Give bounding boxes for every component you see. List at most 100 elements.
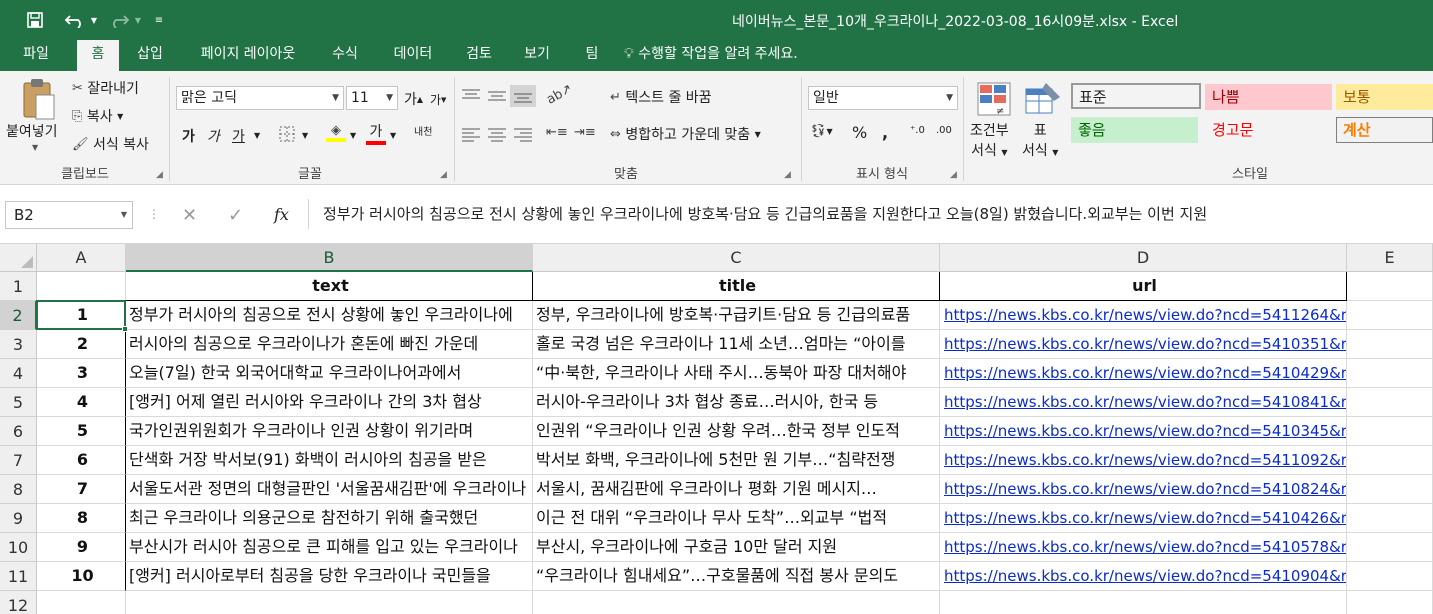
text-cell[interactable]: 최근 우크라이나 의용군으로 참전하기 위해 출국했던 — [126, 504, 533, 533]
text-cell[interactable]: 단색화 거장 박서보(91) 화백이 러시아의 침공을 받은 — [126, 446, 533, 475]
paste-icon[interactable] — [18, 77, 58, 123]
url-link[interactable]: https://news.kbs.co.kr/news/view.do?ncd=… — [940, 388, 1347, 417]
row-index-cell[interactable]: 5 — [37, 417, 126, 446]
header-title[interactable]: title — [533, 272, 940, 301]
text-cell[interactable]: [앵커] 러시아로부터 침공을 당한 우크라이나 국민들을 — [126, 562, 533, 591]
redo-dropdown-icon[interactable]: ▼ — [132, 8, 144, 32]
undo-icon[interactable] — [60, 8, 90, 32]
row-index-cell[interactable]: 1 — [37, 301, 126, 330]
text-cell[interactable]: [앵커] 어제 열린 러시아와 우크라이나 간의 3차 협상 — [126, 388, 533, 417]
empty-cell[interactable] — [940, 591, 1347, 614]
align-left-icon[interactable] — [460, 125, 482, 143]
style-normal[interactable]: 표준 — [1071, 83, 1201, 109]
number-format-dropdown[interactable]: 일반 ▼ — [808, 86, 958, 110]
fill-color-button[interactable]: ◈ — [326, 123, 346, 142]
text-cell[interactable]: 국가인권위원회가 우크라이나 인권 상황이 위기라며 — [126, 417, 533, 446]
row-index-cell[interactable]: 9 — [37, 533, 126, 562]
accounting-format-icon[interactable]: 💱︎ ▼ — [810, 124, 833, 139]
fill-color-dropdown-icon[interactable]: ▼ — [350, 131, 356, 140]
title-cell[interactable]: “우크라이나 힘내세요”…구호물품에 직접 봉사 문의도 — [533, 562, 940, 591]
decrease-decimal-icon[interactable]: .00 — [936, 125, 952, 136]
empty-cell[interactable] — [1347, 330, 1433, 359]
row-header[interactable]: 10 — [0, 533, 37, 562]
cut-button[interactable]: ✂ 잘라내기 — [72, 78, 139, 98]
underline-button[interactable]: 가 — [232, 126, 245, 146]
cell-e1[interactable] — [1347, 272, 1433, 301]
merge-center-button[interactable]: ⇔ 병합하고 가운데 맞춤 ▼ — [610, 124, 761, 144]
borders-icon[interactable] — [278, 125, 296, 143]
borders-dropdown-icon[interactable]: ▼ — [302, 131, 308, 140]
paste-button[interactable]: 붙여넣기 — [6, 121, 58, 141]
font-color-button[interactable]: 가 — [366, 121, 386, 145]
phonetic-button[interactable]: 내천 — [414, 123, 432, 138]
url-link[interactable]: https://news.kbs.co.kr/news/view.do?ncd=… — [940, 359, 1347, 388]
row-index-cell[interactable]: 2 — [37, 330, 126, 359]
decrease-indent-icon[interactable]: ⇤≡ — [546, 125, 568, 140]
row-header[interactable]: 8 — [0, 475, 37, 504]
align-right-icon[interactable] — [512, 125, 534, 143]
style-calculation[interactable]: 계산 — [1336, 117, 1433, 143]
url-link[interactable]: https://news.kbs.co.kr/news/view.do?ncd=… — [940, 504, 1347, 533]
title-cell[interactable]: 박서보 화백, 우크라이나에 5천만 원 기부…“침략전쟁 — [533, 446, 940, 475]
text-cell[interactable]: 오늘(7일) 한국 외국어대학교 우크라이나어과에서 — [126, 359, 533, 388]
url-link[interactable]: https://news.kbs.co.kr/news/view.do?ncd=… — [940, 475, 1347, 504]
align-center-icon[interactable] — [486, 125, 508, 143]
italic-button[interactable]: 가 — [207, 126, 220, 146]
select-all-corner[interactable] — [0, 244, 37, 272]
tab-review[interactable]: 검토 — [456, 40, 502, 71]
row-index-cell[interactable]: 7 — [37, 475, 126, 504]
title-cell[interactable]: 러시아-우크라이나 3차 협상 종료…러시아, 한국 등 — [533, 388, 940, 417]
url-link[interactable]: https://news.kbs.co.kr/news/view.do?ncd=… — [940, 533, 1347, 562]
url-link[interactable]: https://news.kbs.co.kr/news/view.do?ncd=… — [940, 330, 1347, 359]
row-index-cell[interactable]: 6 — [37, 446, 126, 475]
save-icon[interactable] — [22, 8, 48, 32]
url-link[interactable]: https://news.kbs.co.kr/news/view.do?ncd=… — [940, 446, 1347, 475]
text-cell[interactable]: 정부가 러시아의 침공으로 전시 상황에 놓인 우크라이나에 — [126, 301, 533, 330]
font-color-dropdown-icon[interactable]: ▼ — [390, 131, 396, 140]
row-header[interactable]: 9 — [0, 504, 37, 533]
row-index-cell[interactable]: 8 — [37, 504, 126, 533]
enter-icon[interactable]: ✓ — [228, 205, 243, 226]
url-link[interactable]: https://news.kbs.co.kr/news/view.do?ncd=… — [940, 417, 1347, 446]
cell-a1[interactable] — [37, 272, 126, 301]
row-header[interactable]: 6 — [0, 417, 37, 446]
column-header-a[interactable]: A — [37, 244, 126, 272]
empty-cell[interactable] — [1347, 388, 1433, 417]
tell-me-box[interactable]: 💡︎ 수행할 작업을 알려 주세요. — [624, 40, 844, 71]
font-launcher-icon[interactable]: ◢ — [440, 170, 447, 180]
row-header[interactable]: 1 — [0, 272, 37, 301]
format-as-table-button[interactable]: 표 서식 ▼ — [1022, 121, 1058, 163]
tab-file[interactable]: 파일 — [8, 40, 64, 71]
align-top-icon[interactable] — [460, 87, 482, 105]
url-link[interactable]: https://news.kbs.co.kr/news/view.do?ncd=… — [940, 562, 1347, 591]
row-index-cell[interactable]: 4 — [37, 388, 126, 417]
bold-button[interactable]: 가 — [182, 126, 195, 146]
style-warning[interactable]: 경고문 — [1205, 117, 1332, 143]
text-cell[interactable]: 부산시가 러시아 침공으로 큰 피해를 입고 있는 우크라이나 — [126, 533, 533, 562]
customize-toolbar-icon[interactable]: ≡ — [150, 8, 168, 32]
increase-indent-icon[interactable]: ⇥≡ — [574, 125, 596, 140]
column-header-c[interactable]: C — [533, 244, 940, 272]
text-cell[interactable]: 서울도서관 정면의 대형글판인 '서울꿈새김판'에 우크라이나 — [126, 475, 533, 504]
row-header[interactable]: 4 — [0, 359, 37, 388]
number-launcher-icon[interactable]: ◢ — [950, 170, 957, 180]
empty-cell[interactable] — [1347, 591, 1433, 614]
percent-button[interactable]: % — [852, 123, 867, 142]
font-name-dropdown[interactable]: 맑은 고딕 ▼ — [176, 86, 344, 110]
tab-page-layout[interactable]: 페이지 레이아웃 — [186, 40, 310, 71]
tab-data[interactable]: 데이터 — [382, 40, 444, 71]
clipboard-launcher-icon[interactable]: ◢ — [156, 170, 163, 180]
tab-home[interactable]: 홈 — [77, 40, 119, 71]
underline-dropdown-icon[interactable]: ▼ — [254, 131, 260, 140]
header-text[interactable]: text — [126, 272, 533, 301]
row-header[interactable]: 3 — [0, 330, 37, 359]
text-cell[interactable]: 러시아의 침공으로 우크라이나가 혼돈에 빠진 가운데 — [126, 330, 533, 359]
title-cell[interactable]: 서울시, 꿈새김판에 우크라이나 평화 기원 메시지… — [533, 475, 940, 504]
font-size-dropdown[interactable]: 11 ▼ — [346, 86, 398, 110]
cancel-icon[interactable]: ✕ — [182, 205, 197, 226]
name-box[interactable]: B2 ▼ — [5, 201, 133, 229]
column-header-b[interactable]: B — [126, 244, 533, 272]
style-neutral[interactable]: 보통 — [1336, 84, 1433, 110]
title-cell[interactable]: 홀로 국경 넘은 우크라이나 11세 소년…엄마는 “아이를 — [533, 330, 940, 359]
empty-cell[interactable] — [1347, 562, 1433, 591]
